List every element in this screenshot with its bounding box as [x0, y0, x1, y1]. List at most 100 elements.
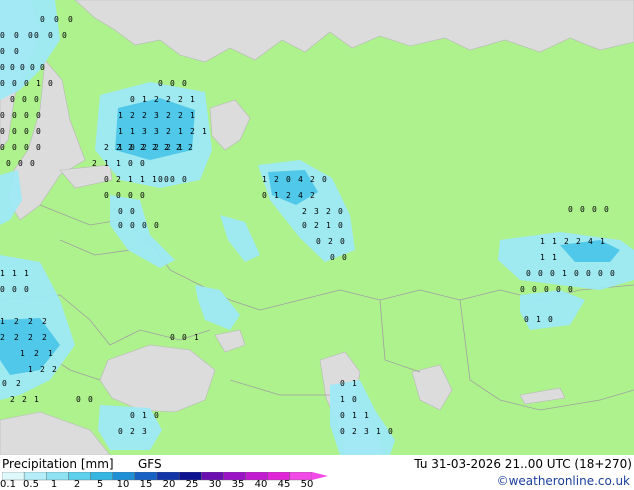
grid-value-label: 3	[142, 127, 147, 136]
grid-value-label: 0	[116, 191, 121, 200]
grid-value-label: 2	[152, 143, 157, 152]
grid-value-label: 1	[540, 237, 545, 246]
grid-value-label: 0	[24, 285, 29, 294]
grid-value-label: 2	[352, 427, 357, 436]
grid-value-label: 2	[130, 427, 135, 436]
grid-value-label: 0	[88, 395, 93, 404]
grid-value-label: 0	[54, 15, 59, 24]
grid-value-label: 0	[568, 285, 573, 294]
scale-tick-label: 30	[208, 479, 222, 490]
grid-value-label: 2	[14, 317, 19, 326]
grid-value-label: 2	[14, 333, 19, 342]
credit-link[interactable]: ©weatheronline.co.uk	[497, 474, 630, 488]
grid-value-label: 2	[42, 333, 47, 342]
grid-value-label: 3	[154, 127, 159, 136]
grid-value-label: 0	[604, 205, 609, 214]
grid-value-label: 2	[42, 317, 47, 326]
grid-value-label: 1	[376, 427, 381, 436]
grid-value-label: 2	[16, 379, 21, 388]
grid-value-label: 3	[314, 207, 319, 216]
valid-time: Tu 31-03-2026 21..00 UTC (18+270)	[414, 457, 632, 471]
grid-value-label: 0	[12, 285, 17, 294]
grid-value-label: 1	[34, 395, 39, 404]
grid-value-label: 2	[22, 395, 27, 404]
grid-value-label: 0	[118, 427, 123, 436]
grid-value-label: 1	[340, 395, 345, 404]
grid-value-label: 0	[338, 207, 343, 216]
grid-value-label: 0	[0, 31, 5, 40]
grid-value-label: 0	[36, 143, 41, 152]
grid-value-label: 0	[302, 221, 307, 230]
grid-value-label: 0	[532, 285, 537, 294]
grid-value-label: 2	[34, 349, 39, 358]
scale-tick-label: 15	[139, 479, 153, 490]
grid-value-label: 2	[128, 143, 133, 152]
grid-value-label: 1	[118, 111, 123, 120]
grid-value-label: 1	[104, 159, 109, 168]
grid-value-label: 0	[104, 191, 109, 200]
grid-value-label: 1	[190, 111, 195, 120]
grid-value-label: 0	[10, 63, 15, 72]
grid-value-label: 2	[576, 237, 581, 246]
grid-value-label: 0	[6, 159, 11, 168]
grid-value-label: 0	[556, 285, 561, 294]
grid-value-label: 0	[130, 95, 135, 104]
grid-value-label: 2	[130, 111, 135, 120]
grid-value-label: 1	[128, 175, 133, 184]
scale-tick-label: 0.5	[23, 479, 39, 490]
grid-value-label: 2	[154, 95, 159, 104]
grid-value-label: 0	[182, 333, 187, 342]
grid-value-label: 0	[30, 159, 35, 168]
scale-overflow-arrow	[312, 472, 328, 480]
grid-value-label: 2	[166, 95, 171, 104]
grid-value-label: 0	[182, 79, 187, 88]
grid-value-label: 0	[0, 47, 5, 56]
grid-value-label: 0	[170, 333, 175, 342]
grid-value-label: 2	[176, 143, 181, 152]
grid-value-label: 2	[28, 333, 33, 342]
grid-value-label: 1	[540, 253, 545, 262]
grid-value-label: 2	[52, 365, 57, 374]
grid-value-label: 1	[20, 349, 25, 358]
grid-value-label: 0	[24, 79, 29, 88]
grid-value-label: 2	[178, 95, 183, 104]
grid-value-label: 0	[154, 221, 159, 230]
scale-tick-label: 50	[300, 479, 314, 490]
grid-value-label: 1	[600, 237, 605, 246]
grid-value-label: 0	[0, 79, 5, 88]
grid-value-label: 0	[550, 269, 555, 278]
grid-value-label: 1	[326, 221, 331, 230]
grid-value-label: 0	[104, 175, 109, 184]
grid-value-label: 0	[338, 221, 343, 230]
grid-value-label: 2	[10, 395, 15, 404]
grid-value-label: 0	[592, 205, 597, 214]
grid-value-label: 1	[24, 269, 29, 278]
grid-value-label: 4	[298, 175, 303, 184]
scale-tick-label: 2	[73, 479, 81, 490]
grid-value-label: 1	[194, 333, 199, 342]
grid-value-label: 0	[158, 79, 163, 88]
grid-value-label: 0	[10, 95, 15, 104]
grid-value-label: 0	[48, 79, 53, 88]
grid-value-label: 2	[166, 127, 171, 136]
grid-value-label: 1	[190, 95, 195, 104]
grid-value-label: 1	[262, 175, 267, 184]
grid-value-label: 0	[548, 315, 553, 324]
grid-value-label: 2	[28, 317, 33, 326]
grid-value-label: 2	[302, 207, 307, 216]
grid-value-label: 0	[24, 143, 29, 152]
grid-value-label: 0	[340, 411, 345, 420]
grid-value-label: 0	[286, 175, 291, 184]
grid-value-label: 2	[40, 365, 45, 374]
grid-value-label: 0	[0, 127, 5, 136]
grid-value-label: 1	[152, 175, 157, 184]
grid-value-label: 0	[34, 31, 39, 40]
grid-value-label: 0	[526, 269, 531, 278]
grid-value-label: 1	[0, 317, 5, 326]
grid-value-label: 1	[0, 269, 5, 278]
grid-value-label: 2	[166, 111, 171, 120]
grid-value-label: 2	[326, 207, 331, 216]
grid-value-label: 3	[154, 111, 159, 120]
model-label: GFS	[138, 457, 162, 471]
grid-value-label: 0	[40, 63, 45, 72]
